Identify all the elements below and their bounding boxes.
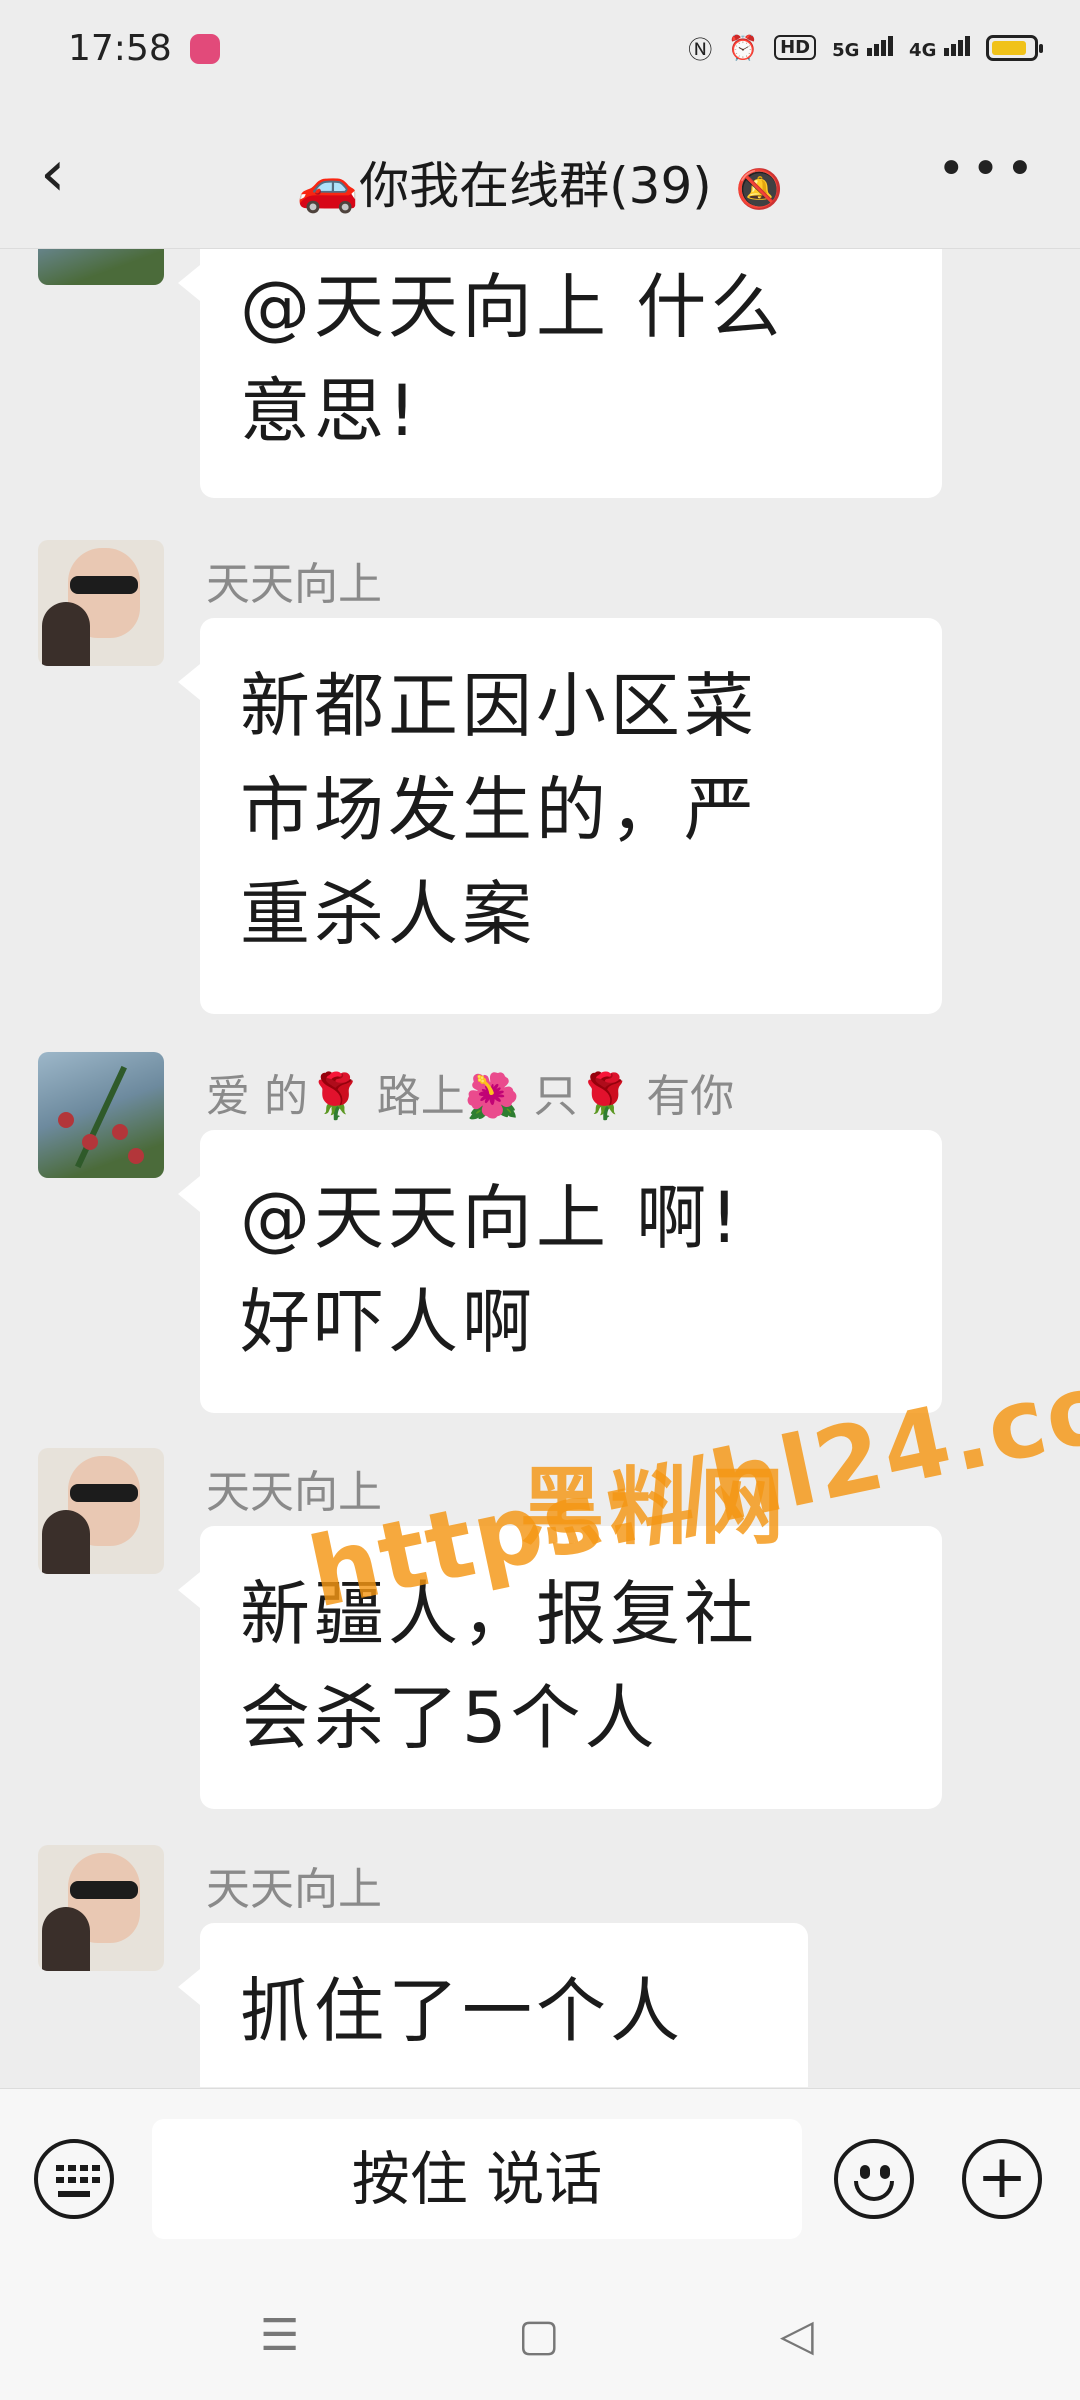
notification-app-icon	[190, 34, 220, 64]
emoji-icon[interactable]	[834, 2139, 914, 2219]
4g-label: 4G	[909, 39, 937, 61]
home-square-icon[interactable]: ▢	[518, 2310, 560, 2361]
nfc-icon: Ⓝ	[688, 36, 713, 64]
status-time: 17:58	[68, 28, 172, 69]
chat-header: ‹ 🚗你我在线群(39) 🔕 •••	[0, 100, 1080, 249]
hd-voice-icon: HD	[774, 35, 817, 60]
message-bubble[interactable]: 新疆人，报复社 会杀了5个人	[178, 1526, 942, 1809]
message-bubble[interactable]: 抓住了一个人	[178, 1923, 808, 2087]
bell-muted-icon: 🔕	[735, 167, 784, 211]
message-bubble[interactable]: 新都正因小区菜 市场发生的，严 重杀人案	[178, 618, 942, 1014]
back-triangle-icon[interactable]: ◁	[780, 2310, 814, 2361]
hold-to-talk-button[interactable]: 按住 说话	[152, 2119, 802, 2239]
message-text: 新都正因小区菜 市场发生的，严 重杀人案	[240, 665, 758, 955]
keyboard-icon[interactable]	[34, 2139, 114, 2219]
message-text: @天天向上 啊! 好吓人啊	[240, 1177, 743, 1363]
4g-signal-icon: 4G	[909, 34, 970, 62]
message-text: 抓住了一个人	[240, 1970, 684, 2052]
message-bubble[interactable]: @天天向上 啊! 好吓人啊	[178, 1130, 942, 1413]
battery-icon	[986, 34, 1043, 61]
sender-name: 天天向上	[206, 1864, 382, 1915]
avatar[interactable]	[38, 1052, 164, 1178]
avatar[interactable]	[38, 1448, 164, 1574]
input-bar: 按住 说话 +	[0, 2088, 1080, 2271]
chat-title-row: 🚗你我在线群(39) 🔕	[0, 146, 1080, 218]
more-dots-icon[interactable]: •••	[937, 145, 1040, 193]
status-bar: 17:58 Ⓝ ⏰ HD 5G 4G	[0, 0, 1080, 100]
menu-icon[interactable]: ☰	[260, 2310, 299, 2361]
message-bubble[interactable]: @天天向上 什么 意思!	[178, 249, 942, 498]
chat-title[interactable]: 🚗你我在线群(39)	[297, 157, 712, 215]
message-text: 新疆人，报复社 会杀了5个人	[240, 1573, 758, 1759]
5g-label: 5G	[832, 39, 860, 61]
message-text: @天天向上 什么 意思!	[240, 266, 785, 452]
avatar[interactable]	[38, 249, 164, 285]
system-navigation-bar: ☰ ▢ ◁	[0, 2270, 1080, 2400]
sender-name: 天天向上	[206, 559, 382, 610]
5g-signal-icon: 5G	[832, 34, 894, 62]
avatar[interactable]	[38, 540, 164, 666]
message-list[interactable]: @天天向上 什么 意思! 天天向上 新都正因小区菜 市场发生的，严 重杀人案 爱…	[0, 249, 1080, 2087]
alarm-icon: ⏰	[728, 33, 759, 62]
sender-name: 天天向上	[206, 1467, 382, 1518]
status-icons: Ⓝ ⏰ HD 5G 4G	[688, 30, 1043, 65]
avatar[interactable]	[38, 1845, 164, 1971]
battery-level	[992, 40, 1026, 55]
sender-name: 爱 的🌹 路上🌺 只🌹 有你	[206, 1071, 735, 1122]
plus-icon[interactable]: +	[962, 2139, 1042, 2219]
